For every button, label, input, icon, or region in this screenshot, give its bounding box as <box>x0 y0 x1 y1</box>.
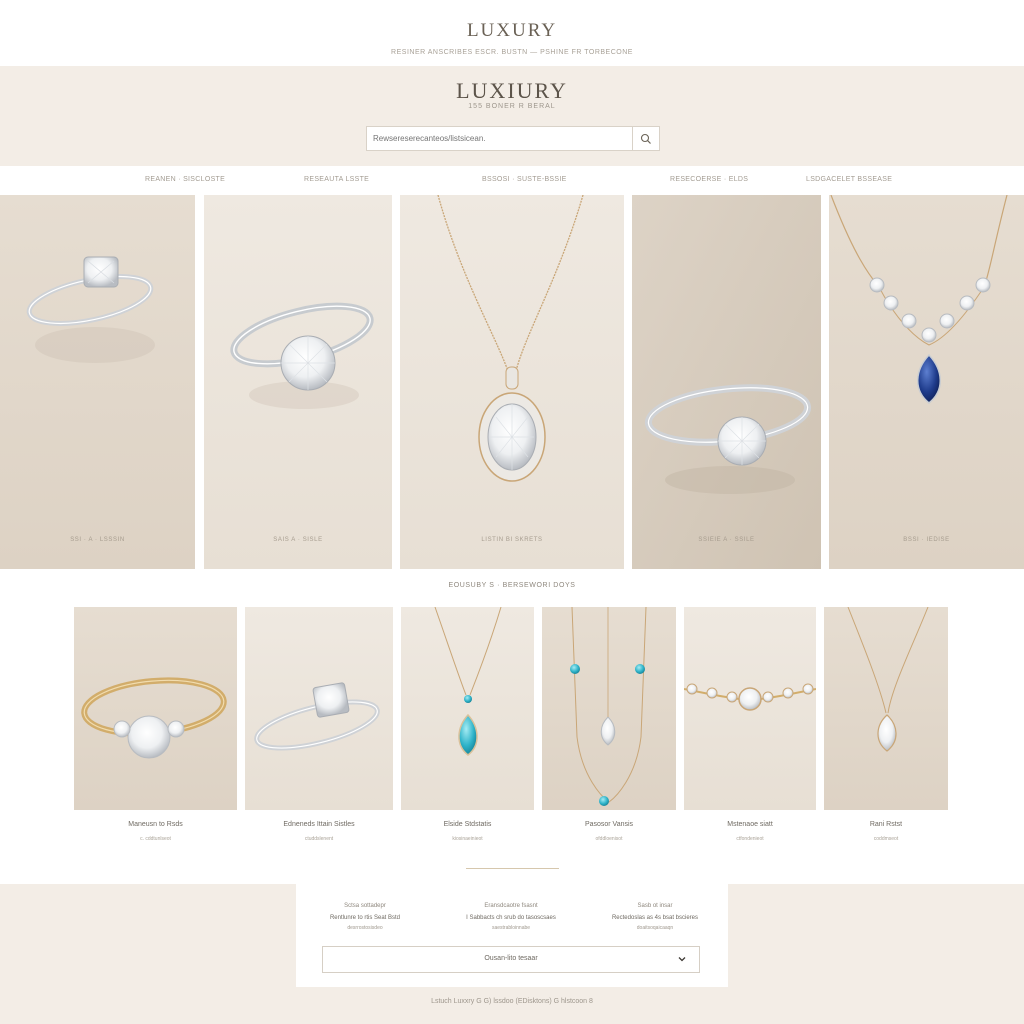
footer-subtext: saestrabloinnabe <box>491 925 531 931</box>
footer-subtext: doaitsoqaicaaqn <box>636 925 674 931</box>
featured-caption: BSSI · IEDISE <box>903 537 950 543</box>
product-name[interactable]: Maneusn to Rsds <box>74 821 237 828</box>
footer-column[interactable]: Sasb ot insar Rectedoslas as 4s bsat bsc… <box>590 903 720 931</box>
footer-copyright: Lstuch Luxxry G G) lssdoo (EDisktons) G … <box>431 998 593 1005</box>
solitaire-ring-image <box>0 195 195 569</box>
category-link-4[interactable]: RESECOERSE · ELDS <box>670 176 748 183</box>
category-link-2[interactable]: RESEAUTA LSSTE <box>304 176 369 183</box>
product-card[interactable] <box>245 607 393 810</box>
halo-ring-image <box>204 195 392 569</box>
search-input[interactable] <box>367 127 633 150</box>
product-card[interactable] <box>401 607 534 810</box>
product-name[interactable]: Rani Rstst <box>824 821 948 828</box>
gold-ring-image <box>74 607 237 810</box>
oval-pendant-image <box>400 195 624 569</box>
product-card[interactable] <box>684 607 816 810</box>
category-link-3[interactable]: BSSOSI · SUSTE-BSSIE <box>482 176 567 183</box>
product-subtitle: c. cddtunlseot <box>140 836 171 842</box>
product-subtitle: coddmseot <box>873 836 899 842</box>
product-name[interactable]: Pasosor Vansis <box>542 821 676 828</box>
footer-column[interactable]: Sctsa sottadepr Rentlunre to rtis Seat B… <box>300 903 430 931</box>
footer-heading: Eransdcaotre fsasnt <box>484 903 538 909</box>
search-icon <box>640 133 651 144</box>
product-card[interactable] <box>74 607 237 810</box>
product-name[interactable]: Elside Stdstatis <box>401 821 534 828</box>
pave-ring-image <box>632 195 821 569</box>
footer-text: I Sabbacts ch srub do tasoscsaes <box>466 915 556 921</box>
product-subtitle: ofddloenisot <box>595 836 623 842</box>
product-card[interactable] <box>824 607 948 810</box>
hero-tagline: 155 BONER R BERAL <box>468 103 556 110</box>
featured-caption: LISTIN BI SKRETS <box>481 537 543 543</box>
product-subtitle: kiosinaeinieot <box>452 836 483 842</box>
footer-subtext: desrrostosisdeo <box>347 925 383 931</box>
search-button[interactable] <box>632 127 659 150</box>
footer-text: Rectedoslas as 4s bsat bscieres <box>611 915 699 921</box>
footer-column[interactable]: Eransdcaotre fsasnt I Sabbacts ch srub d… <box>446 903 576 931</box>
featured-product-card[interactable]: BSSI · IEDISE <box>829 195 1024 569</box>
featured-caption: SAIS A · SISLE <box>273 537 323 543</box>
product-name[interactable]: Mstenaoe siatt <box>684 821 816 828</box>
brand-logo[interactable]: LUXURY <box>0 20 1024 42</box>
product-subtitle: ctfondenieot <box>736 836 764 842</box>
search-bar <box>366 126 660 151</box>
product-subtitle: ctuddslenent <box>304 836 334 842</box>
chevron-down-icon <box>678 957 686 962</box>
hero-banner: LUXIURY 155 BONER R BERAL <box>0 66 1024 166</box>
hero-logo: LUXIURY <box>456 78 568 103</box>
section-label: EOUSUBY S · BERSEWORI DOYS <box>448 582 576 589</box>
princess-ring-image <box>245 607 393 810</box>
footer-dropdown[interactable]: Ousan-lito tesaar <box>322 946 700 973</box>
footer-heading: Sctsa sottadepr <box>344 903 386 909</box>
footer-text: Rentlunre to rtis Seat Bstd <box>329 915 401 921</box>
featured-caption: SSI · A · LSSSIN <box>70 537 125 543</box>
top-header: LUXURY RESINER ANSCRIBES ESCR. BUSTN — P… <box>0 0 1024 64</box>
featured-product-card[interactable]: LISTIN BI SKRETS <box>400 195 624 569</box>
topaz-pendant-image <box>401 607 534 810</box>
product-name[interactable]: Edneneds Ittain Sistles <box>245 821 393 828</box>
top-nav[interactable]: RESINER ANSCRIBES ESCR. BUSTN — PSHINE F… <box>0 49 1024 56</box>
bracelet-image <box>684 607 816 810</box>
category-link-5[interactable]: LSDGACELET BSSEASE <box>806 176 892 183</box>
category-link-1[interactable]: REANEN · SISCLOSTE <box>145 176 225 183</box>
pear-pendant-image <box>824 607 948 810</box>
featured-product-card[interactable]: SSIEIE A · SSILE <box>632 195 821 569</box>
featured-product-card[interactable]: SAIS A · SISLE <box>204 195 392 569</box>
featured-caption: SSIEIE A · SSILE <box>698 537 755 543</box>
topaz-station-necklace-image <box>542 607 676 810</box>
section-divider <box>466 868 559 869</box>
footer-heading: Sasb ot insar <box>637 903 673 909</box>
product-card[interactable] <box>542 607 676 810</box>
featured-product-card[interactable]: SSI · A · LSSSIN <box>0 195 195 569</box>
footer-dropdown-label: Ousan-lito tesaar <box>484 955 538 962</box>
sapphire-necklace-image <box>829 195 1024 569</box>
